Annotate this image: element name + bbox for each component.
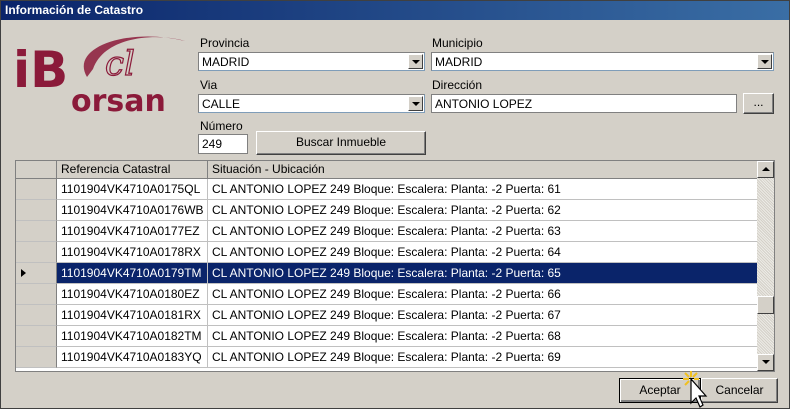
chevron-down-icon[interactable] <box>757 54 772 69</box>
numero-label: Número <box>200 119 243 133</box>
row-header[interactable] <box>16 305 57 326</box>
catastro-table[interactable]: Referencia Catastral Situación - Ubicaci… <box>15 160 775 372</box>
cell-referencia[interactable]: 1101904VK4710A0181RX <box>57 305 208 326</box>
window-title: Información de Catastro <box>1 1 789 20</box>
cell-situacion[interactable]: CL ANTONIO LOPEZ 249 Bloque: Escalera: P… <box>208 200 758 221</box>
cell-referencia[interactable]: 1101904VK4710A0177EZ <box>57 221 208 242</box>
logo-bottom-text: orsan <box>71 84 166 119</box>
cell-situacion[interactable]: CL ANTONIO LOPEZ 249 Bloque: Escalera: P… <box>208 242 758 263</box>
municipio-value: MADRID <box>435 55 483 69</box>
column-header-situacion[interactable]: Situación - Ubicación <box>208 161 758 179</box>
iborsan-logo: cl iB orsan <box>13 36 185 119</box>
cell-situacion[interactable]: CL ANTONIO LOPEZ 249 Bloque: Escalera: P… <box>208 305 758 326</box>
cell-situacion[interactable]: CL ANTONIO LOPEZ 249 Bloque: Escalera: P… <box>208 347 758 368</box>
table-row[interactable]: 1101904VK4710A0178RX CL ANTONIO LOPEZ 249… <box>16 242 758 263</box>
mouse-pointer-icon <box>683 371 708 408</box>
table-header: Referencia Catastral Situación - Ubicaci… <box>16 161 758 179</box>
numero-field[interactable]: 249 <box>198 134 248 154</box>
column-header-referencia[interactable]: Referencia Catastral <box>57 161 208 179</box>
table-row[interactable]: 1101904VK4710A0179TM CL ANTONIO LOPEZ 249… <box>16 263 758 284</box>
table-row[interactable]: 1101904VK4710A0175QL CL ANTONIO LOPEZ 249… <box>16 179 758 200</box>
numero-value: 249 <box>202 137 223 151</box>
via-label: Via <box>200 78 218 92</box>
cell-referencia[interactable]: 1101904VK4710A0178RX <box>57 242 208 263</box>
cell-situacion[interactable]: CL ANTONIO LOPEZ 249 Bloque: Escalera: P… <box>208 263 758 284</box>
header-corner <box>16 161 57 179</box>
via-value: CALLE <box>202 97 241 111</box>
logo-script-text: cl <box>105 44 135 84</box>
cell-situacion[interactable]: CL ANTONIO LOPEZ 249 Bloque: Escalera: P… <box>208 326 758 347</box>
table-row[interactable]: 1101904VK4710A0183YQ CL ANTONIO LOPEZ 249… <box>16 347 758 368</box>
cell-situacion[interactable]: CL ANTONIO LOPEZ 249 Bloque: Escalera: P… <box>208 221 758 242</box>
search-property-button[interactable]: Buscar Inmueble <box>256 131 426 155</box>
table-row[interactable]: 1101904VK4710A0181RX CL ANTONIO LOPEZ 249… <box>16 305 758 326</box>
scrollbar-thumb[interactable] <box>757 296 774 314</box>
provincia-label: Provincia <box>200 36 250 50</box>
logo-top-text: iB <box>13 41 68 99</box>
provincia-value: MADRID <box>202 55 250 69</box>
direccion-value: ANTONIO LOPEZ <box>435 97 533 111</box>
cancel-button[interactable]: Cancelar <box>701 378 778 403</box>
municipio-label: Municipio <box>432 36 483 50</box>
municipio-select[interactable]: MADRID <box>431 52 774 71</box>
table-row[interactable]: 1101904VK4710A0176WB CL ANTONIO LOPEZ 249… <box>16 200 758 221</box>
row-header[interactable] <box>16 200 57 221</box>
row-header[interactable] <box>16 221 57 242</box>
scroll-up-icon[interactable] <box>757 161 774 178</box>
provincia-select[interactable]: MADRID <box>198 52 425 71</box>
table-row[interactable]: 1101904VK4710A0180EZ CL ANTONIO LOPEZ 249… <box>16 284 758 305</box>
chevron-down-icon[interactable] <box>408 96 423 111</box>
row-header[interactable] <box>16 347 57 368</box>
cell-referencia[interactable]: 1101904VK4710A0183YQ <box>57 347 208 368</box>
row-header[interactable] <box>16 326 57 347</box>
scroll-down-icon[interactable] <box>757 354 774 371</box>
cell-referencia[interactable]: 1101904VK4710A0179TM <box>57 263 208 284</box>
browse-direccion-button[interactable]: ... <box>743 93 774 114</box>
cell-referencia[interactable]: 1101904VK4710A0175QL <box>57 179 208 200</box>
cell-situacion[interactable]: CL ANTONIO LOPEZ 249 Bloque: Escalera: P… <box>208 179 758 200</box>
table-row[interactable]: 1101904VK4710A0177EZ CL ANTONIO LOPEZ 249… <box>16 221 758 242</box>
row-header[interactable] <box>16 179 57 200</box>
row-pointer-icon <box>21 269 26 277</box>
row-header[interactable] <box>16 242 57 263</box>
cell-referencia[interactable]: 1101904VK4710A0182TM <box>57 326 208 347</box>
cell-referencia[interactable]: 1101904VK4710A0180EZ <box>57 284 208 305</box>
chevron-down-icon[interactable] <box>408 54 423 69</box>
direccion-label: Dirección <box>432 78 483 92</box>
via-select[interactable]: CALLE <box>198 94 425 113</box>
row-header[interactable] <box>16 284 57 305</box>
direccion-field[interactable]: ANTONIO LOPEZ <box>431 94 737 113</box>
row-header[interactable] <box>16 263 57 284</box>
table-row[interactable]: 1101904VK4710A0182TM CL ANTONIO LOPEZ 249… <box>16 326 758 347</box>
vertical-scrollbar[interactable] <box>757 161 774 371</box>
catastro-dialog: Información de Catastro cl iB orsan Prov… <box>0 0 790 409</box>
cell-referencia[interactable]: 1101904VK4710A0176WB <box>57 200 208 221</box>
cell-situacion[interactable]: CL ANTONIO LOPEZ 249 Bloque: Escalera: P… <box>208 284 758 305</box>
